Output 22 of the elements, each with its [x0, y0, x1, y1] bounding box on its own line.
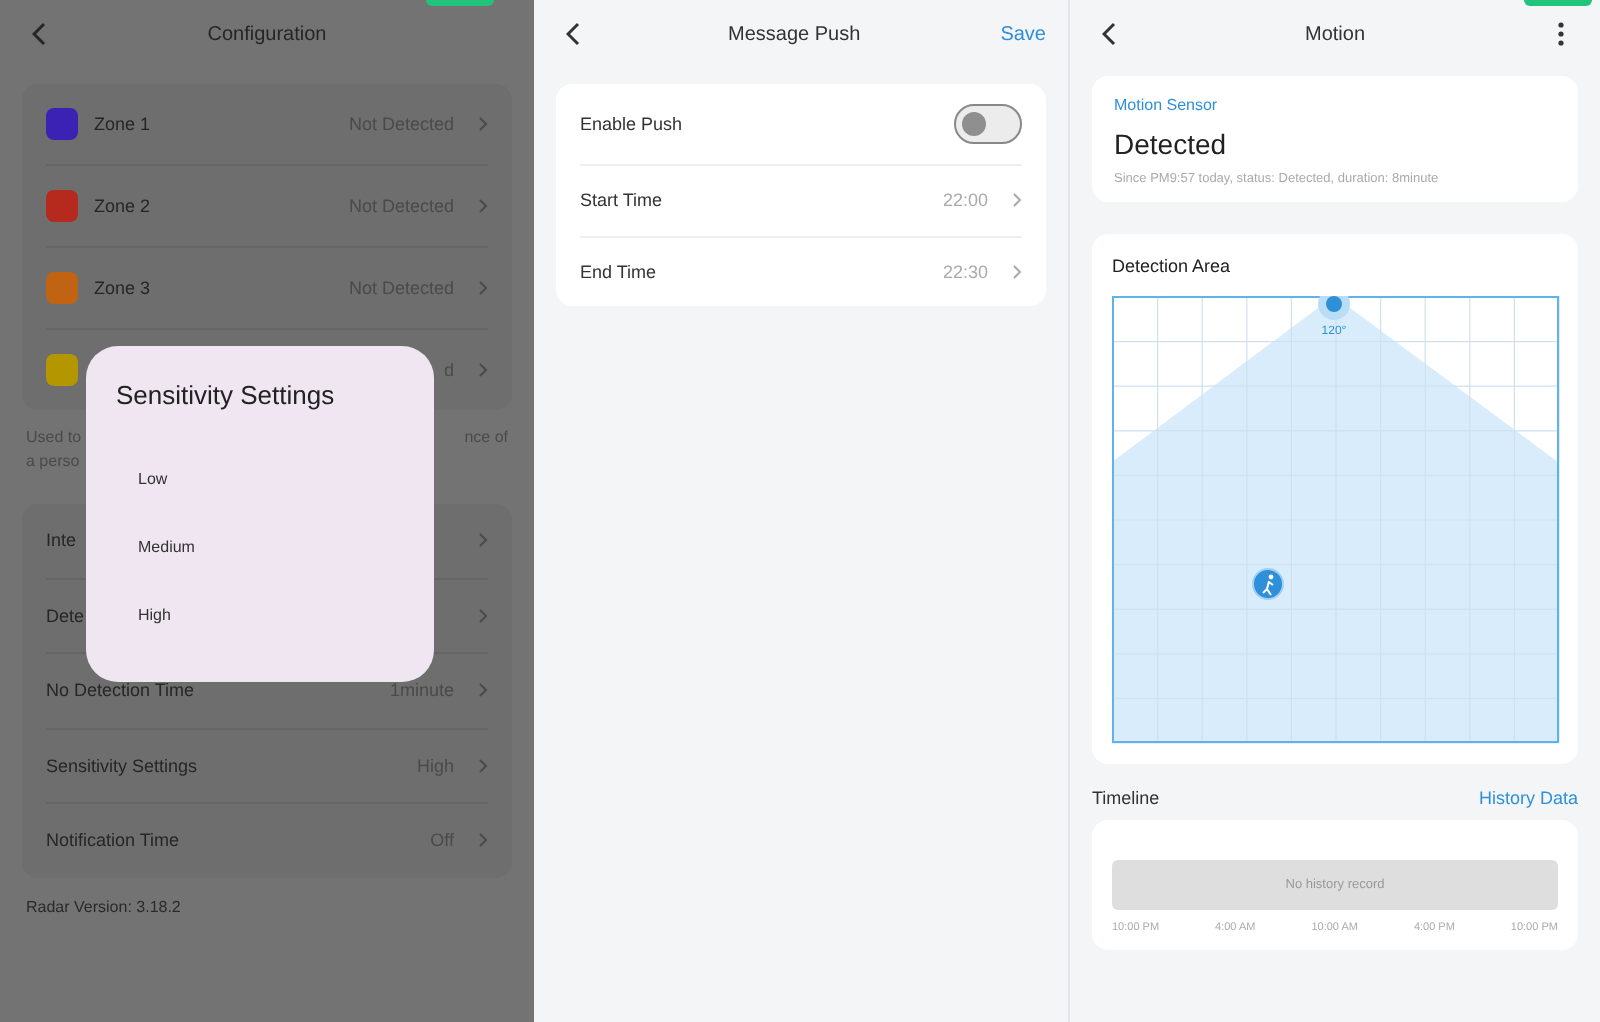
page-title: Configuration — [207, 23, 327, 45]
setting-label: Sensitivity Settings — [46, 755, 198, 776]
section-title: Timeline — [1092, 788, 1160, 808]
setting-label: Notification Time — [46, 830, 180, 851]
dialog-title: Sensitivity Settings — [116, 380, 337, 410]
time-value: 22:00 — [942, 190, 988, 211]
setting-label: Inte — [46, 530, 77, 551]
sensor-status: Detected — [1114, 128, 1229, 160]
setting-label: Start Time — [580, 190, 663, 211]
setting-label: Dete — [46, 605, 85, 626]
setting-label: End Time — [580, 261, 657, 282]
time-value: 22:30 — [942, 261, 988, 282]
zone-name: Zone 1 — [94, 114, 151, 134]
zone-name: Zone 3 — [94, 278, 151, 298]
section-title: Detection Area — [1112, 256, 1233, 276]
setting-label: Enable Push — [580, 114, 683, 134]
sensor-label: Motion Sensor — [1114, 96, 1220, 114]
page-title: Motion — [1304, 23, 1365, 45]
version-text: Radar Version: 3.18.2 — [24, 897, 183, 915]
page-title: Message Push — [728, 23, 861, 45]
zone-name: Zone 2 — [94, 196, 151, 216]
setting-label: No Detection Time — [46, 680, 195, 701]
